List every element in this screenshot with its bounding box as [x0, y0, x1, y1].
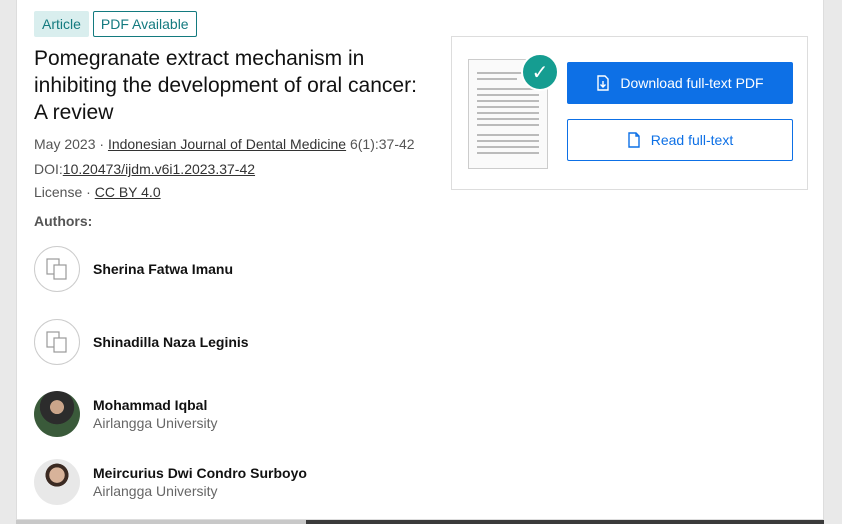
document-icon [627, 132, 641, 148]
checkmark-icon: ✓ [521, 53, 559, 91]
author-photo-avatar[interactable] [34, 391, 80, 437]
doi-link[interactable]: 10.20473/ijdm.v6i1.2023.37-42 [63, 161, 255, 177]
article-badge: Article [34, 11, 89, 37]
author-name[interactable]: Mohammad Iqbal [93, 396, 218, 414]
license-label: License [34, 184, 83, 200]
doi-label: DOI: [34, 161, 63, 177]
read-fulltext-label: Read full-text [650, 132, 734, 148]
author-item[interactable]: Sherina Fatwa Imanu [34, 246, 233, 292]
author-item[interactable]: Mohammad Iqbal Airlangga University [34, 391, 218, 437]
author-placeholder-avatar-icon[interactable] [34, 246, 80, 292]
download-file-icon [596, 75, 610, 91]
authors-heading: Authors: [34, 213, 93, 229]
license-separator: · [86, 184, 91, 200]
download-pdf-label: Download full-text PDF [620, 75, 764, 91]
author-affiliation: Airlangga University [93, 483, 218, 499]
meta-separator: · [99, 136, 105, 152]
doi-row: DOI:10.20473/ijdm.v6i1.2023.37-42 [34, 161, 255, 177]
author-item[interactable]: Shinadilla Naza Leginis [34, 319, 249, 365]
author-photo-avatar[interactable] [34, 459, 80, 505]
journal-issue: 6(1):37-42 [349, 136, 415, 152]
author-placeholder-avatar-icon[interactable] [34, 319, 80, 365]
author-name[interactable]: Sherina Fatwa Imanu [93, 260, 233, 278]
author-affiliation: Airlangga University [93, 415, 218, 431]
publication-title: Pomegranate extract mechanism in inhibit… [34, 47, 417, 124]
fulltext-panel: ✓ Download full-text PDF Read full-text [451, 36, 808, 190]
publication-date: May 2023 [34, 136, 96, 152]
author-name[interactable]: Shinadilla Naza Leginis [93, 333, 249, 351]
read-fulltext-button[interactable]: Read full-text [567, 119, 793, 161]
license-row: License · CC BY 4.0 [34, 184, 161, 200]
author-name[interactable]: Meircurius Dwi Condro Surboyo [93, 464, 307, 482]
license-link[interactable]: CC BY 4.0 [95, 184, 161, 200]
bottom-strip [16, 520, 824, 524]
badge-row: Article PDF Available [34, 11, 197, 37]
author-item[interactable]: Meircurius Dwi Condro Surboyo Airlangga … [34, 459, 307, 505]
publication-meta: May 2023 · Indonesian Journal of Dental … [34, 136, 415, 152]
pdf-available-badge: PDF Available [92, 11, 197, 37]
publication-card: Article PDF Available Pomegranate extrac… [16, 0, 824, 520]
journal-link[interactable]: Indonesian Journal of Dental Medicine [108, 136, 346, 152]
download-pdf-button[interactable]: Download full-text PDF [567, 62, 793, 104]
